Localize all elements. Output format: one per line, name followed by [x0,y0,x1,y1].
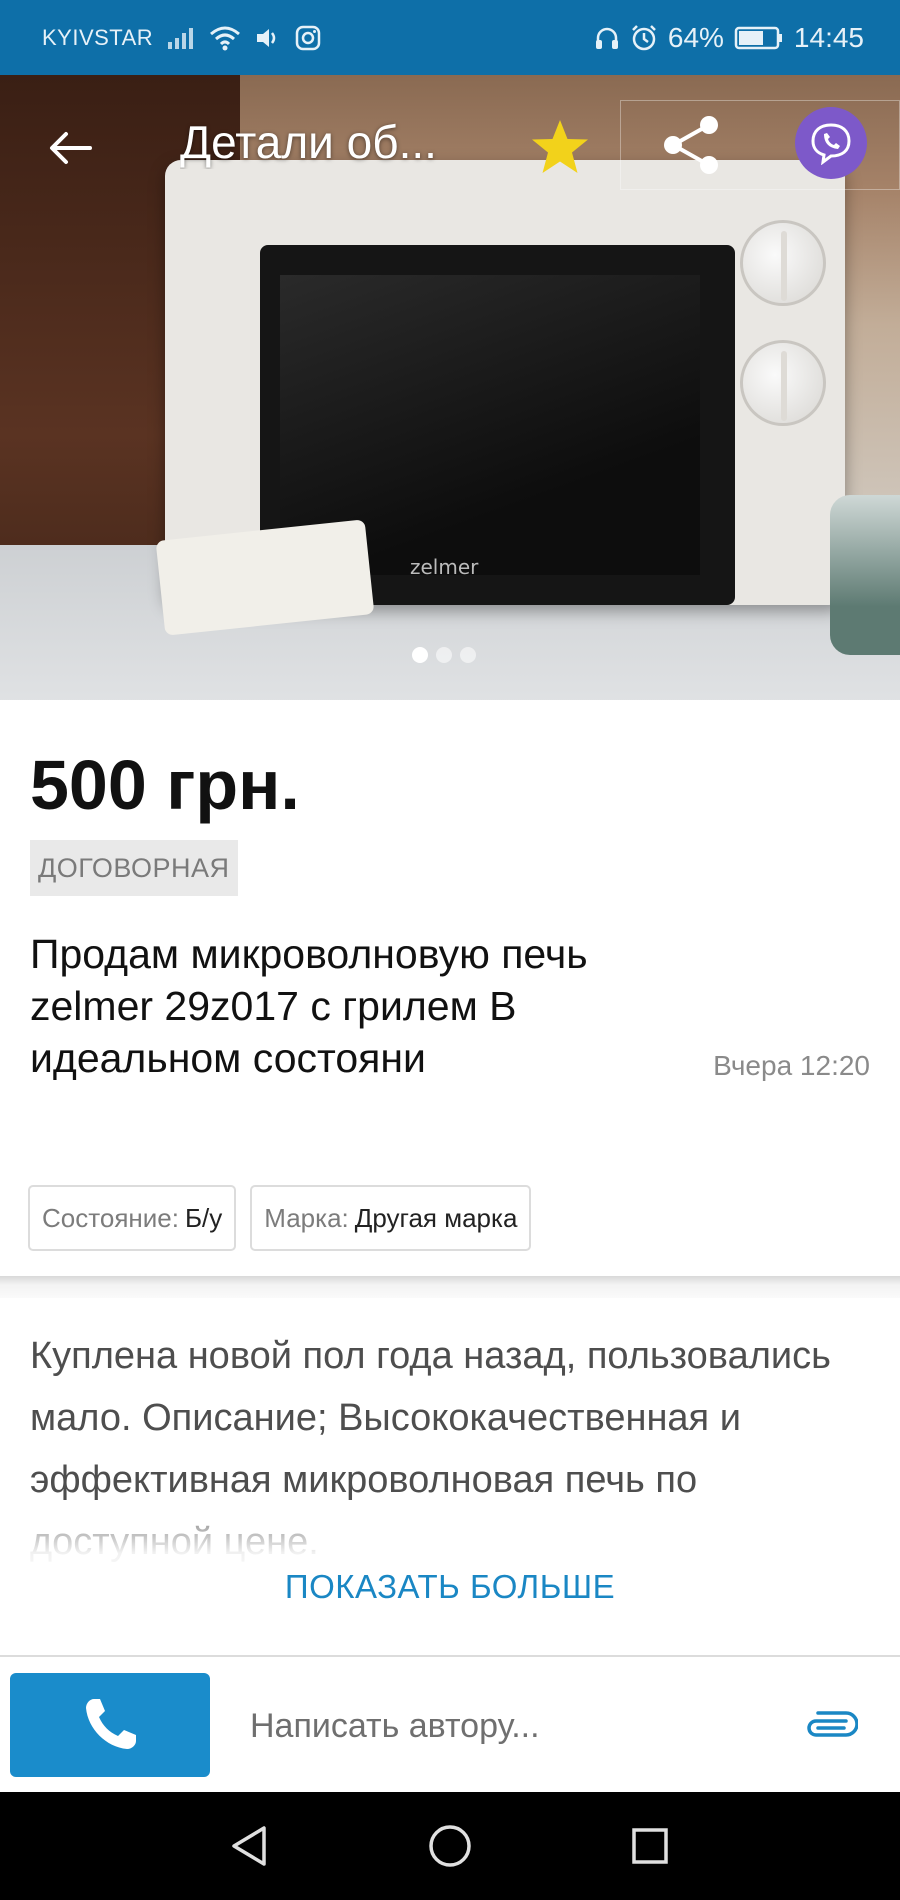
posted-time: Вчера 12:20 [713,1050,870,1081]
status-right: 64% 14:45 [594,22,864,54]
carrier-label: KYIVSTAR [42,24,154,50]
alarm-icon [630,24,658,52]
microwave-knob-top [740,220,826,306]
page-title: Детали об... [180,116,437,168]
nav-back-button[interactable] [210,1806,290,1886]
share-icon [664,116,718,174]
system-nav-bar [0,1792,900,1900]
nav-home-icon [429,1825,471,1867]
message-input[interactable] [250,1691,770,1761]
nav-recents-button[interactable] [610,1806,690,1886]
call-button[interactable] [10,1673,210,1777]
phone-icon [86,1699,136,1749]
paperclip-icon [807,1711,858,1737]
app-header: Детали об... [0,75,900,215]
volume-icon [255,26,281,50]
param-brand-key: Марка: [264,1202,349,1233]
photo-gallery[interactable]: zelmer Детали об... [0,75,900,700]
nav-back-icon [232,1826,266,1866]
attach-button[interactable] [800,1697,860,1757]
back-arrow-icon [50,132,92,164]
nav-home-button[interactable] [410,1806,490,1886]
param-brand[interactable]: Марка: Другая марка [250,1185,532,1251]
wifi-icon [209,25,241,51]
viber-icon [811,123,851,165]
gallery-pagination [412,647,476,663]
instagram-icon [295,25,321,51]
param-condition-value: Б/у [184,1202,223,1233]
param-condition-key: Состояние: [42,1202,179,1233]
negotiable-badge: ДОГОВОРНАЯ [30,840,238,896]
gallery-dot-active[interactable] [412,647,428,663]
price: 500 грн. [30,746,300,824]
gallery-dot[interactable] [436,647,452,663]
param-brand-value: Другая марка [354,1202,518,1233]
battery-percent: 64% [667,21,724,53]
message-bar [0,1655,900,1792]
favorite-button[interactable] [528,115,592,179]
candle-image [830,495,900,655]
show-more-button[interactable]: ПОКАЗАТЬ БОЛЬШЕ [0,1568,900,1606]
star-icon [532,120,588,173]
viber-button[interactable] [795,107,867,179]
param-condition[interactable]: Состояние: Б/у [28,1185,237,1251]
status-bar: KYIVSTAR 64% 14:45 [0,0,900,75]
section-divider [0,1276,900,1298]
battery-icon [734,25,784,51]
microwave-knob-bottom [740,340,826,426]
back-button[interactable] [40,123,100,173]
microwave-brand: zelmer [410,555,479,579]
nav-recents-icon [632,1828,668,1864]
signal-icon [167,26,195,50]
gallery-dot[interactable] [460,647,476,663]
headphones-icon [594,25,620,51]
listing-title: Продам микроволновую печь zelmer 29z017 … [30,931,588,1081]
status-left: KYIVSTAR [42,25,321,51]
clock: 14:45 [793,21,864,53]
listing-params: Состояние: Б/у Марка: Другая марка [28,1185,532,1251]
